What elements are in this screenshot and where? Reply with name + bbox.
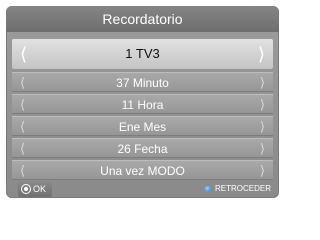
channel-value: 1 TV3 xyxy=(125,46,160,61)
minute-value: 37 Minuto xyxy=(116,76,169,90)
chevron-left-icon[interactable]: ⟨ xyxy=(20,95,25,115)
chevron-right-icon[interactable]: ⟩ xyxy=(260,95,265,115)
chevron-right-icon[interactable]: ⟩ xyxy=(258,39,265,69)
ok-label: OK xyxy=(33,184,47,194)
chevron-right-icon[interactable]: ⟩ xyxy=(260,139,265,159)
date-value: 26 Fecha xyxy=(117,142,168,156)
chevron-left-icon[interactable]: ⟨ xyxy=(20,39,27,69)
chevron-left-icon[interactable]: ⟨ xyxy=(20,117,25,137)
month-value: Ene Mes xyxy=(118,120,167,134)
blue-dot-icon xyxy=(204,186,211,192)
reminder-dialog: Recordatorio ⟨ 1 TV3 ⟩ ⟨ 37 Minuto ⟩ ⟨ 1… xyxy=(6,6,279,198)
month-selector[interactable]: ⟨ Ene Mes ⟩ xyxy=(12,116,273,136)
chevron-left-icon[interactable]: ⟨ xyxy=(20,139,25,159)
channel-selector[interactable]: ⟨ 1 TV3 ⟩ xyxy=(12,39,273,69)
back-button[interactable]: RETROCEDER xyxy=(204,181,271,197)
chevron-left-icon[interactable]: ⟨ xyxy=(20,161,25,181)
dialog-footer: OK RETROCEDER xyxy=(6,180,279,198)
back-label: RETROCEDER xyxy=(214,184,271,193)
mode-selector[interactable]: ⟨ Una vez MODO ⟩ xyxy=(12,160,273,180)
ok-button[interactable]: OK xyxy=(18,181,52,197)
hour-selector[interactable]: ⟨ 11 Hora ⟩ xyxy=(12,94,273,114)
mode-value: Una vez MODO xyxy=(100,164,185,178)
ok-circle-icon xyxy=(21,184,31,194)
chevron-left-icon[interactable]: ⟨ xyxy=(20,73,25,93)
hour-value: 11 Hora xyxy=(121,98,164,112)
minute-selector[interactable]: ⟨ 37 Minuto ⟩ xyxy=(12,72,273,92)
chevron-right-icon[interactable]: ⟩ xyxy=(260,117,265,137)
chevron-right-icon[interactable]: ⟩ xyxy=(260,73,265,93)
chevron-right-icon[interactable]: ⟩ xyxy=(260,161,265,181)
dialog-title: Recordatorio xyxy=(6,6,279,32)
date-selector[interactable]: ⟨ 26 Fecha ⟩ xyxy=(12,138,273,158)
